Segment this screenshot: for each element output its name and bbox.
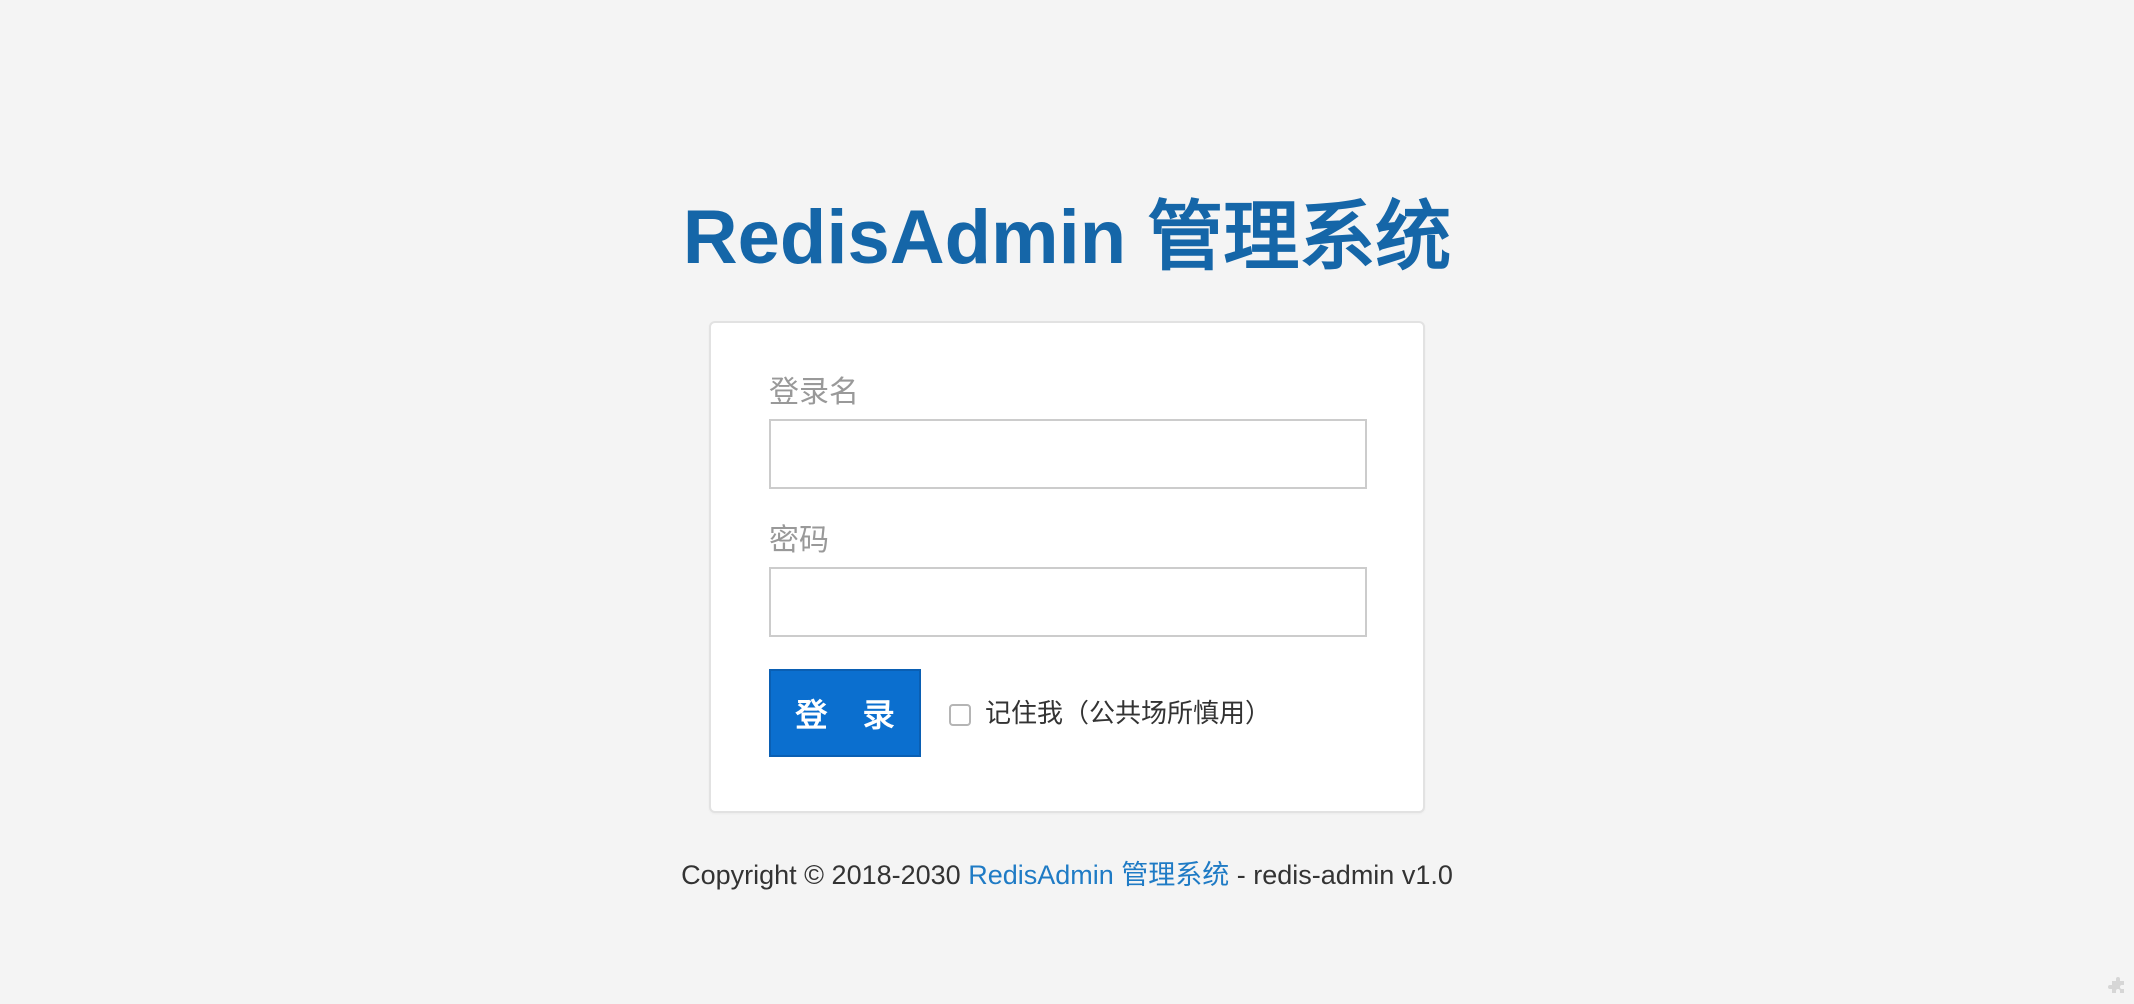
footer: Copyright © 2018-2030 RedisAdmin 管理系统 - … (0, 855, 2134, 895)
password-label: 密码 (769, 524, 829, 557)
login-button[interactable]: 登 录 (769, 669, 921, 757)
remember-me-checkbox[interactable] (949, 704, 971, 726)
footer-version: - redis-admin v1.0 (1236, 860, 1453, 890)
remember-me-label[interactable]: 记住我（公共场所慎用） (985, 693, 1271, 733)
footer-copyright: Copyright © 2018-2030 (681, 860, 961, 890)
puzzle-icon (2108, 977, 2124, 993)
username-label: 登录名 (769, 376, 859, 409)
password-input[interactable] (769, 567, 1367, 637)
footer-link[interactable]: RedisAdmin 管理系统 (968, 860, 1229, 890)
login-panel: 登录名 密码 登 录 记住我（公共场所慎用） (709, 321, 1425, 813)
page-title: RedisAdmin 管理系统 (682, 195, 1452, 280)
username-input[interactable] (769, 419, 1367, 489)
remember-me[interactable]: 记住我（公共场所慎用） (949, 693, 1271, 733)
